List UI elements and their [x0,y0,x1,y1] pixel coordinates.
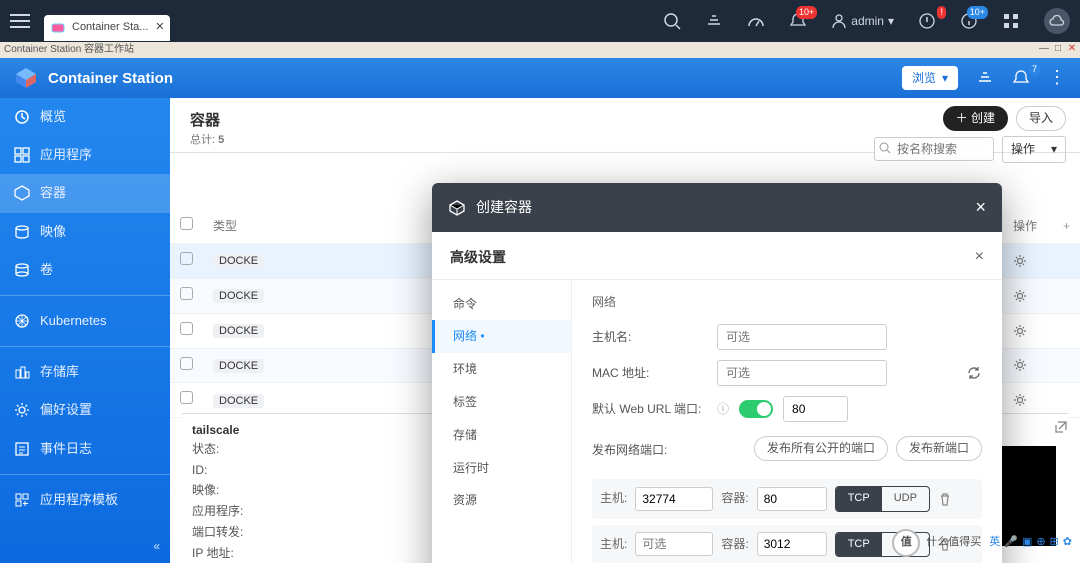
container-icon [50,20,66,36]
modal-nav-item[interactable]: 资源 [432,484,571,517]
weburl-toggle[interactable] [739,400,773,418]
sidebar-item-events[interactable]: 事件日志 [0,430,170,468]
container-port-input[interactable] [757,487,827,511]
app-title: Container Station [48,68,173,89]
sidebar: 概览 应用程序 容器 映像 卷 Kubernetes 存储库 偏好设置 事件日志… [0,98,170,563]
help-icon[interactable]: ⓘ [717,401,729,418]
publish-all-button[interactable]: 发布所有公开的端口 [754,436,888,461]
container-port-input[interactable] [757,532,827,556]
app-bell-icon[interactable]: 7 [1012,69,1030,87]
create-container-modal: 创建容器 × 高级设置 × 命令网络 •环境标签存储运行时资源 网络 主机名: … [432,183,1002,563]
user-menu[interactable]: admin ▾ [831,13,894,30]
watermark: 值 什么值得买 英🎤▣⊕⊞✿ [892,529,1074,557]
maximize-icon[interactable]: □ [1052,43,1064,55]
modal-nav-item[interactable]: 标签 [432,386,571,419]
sidebar-item-prefs[interactable]: 偏好设置 [0,391,170,429]
tray-icon[interactable] [705,12,723,30]
sidebar-item-containers[interactable]: 容器 [0,174,170,212]
host-port-input[interactable] [635,532,713,556]
weburl-port-input[interactable] [783,396,848,422]
subpanel-close-icon[interactable]: × [975,246,984,268]
sidebar-item-images[interactable]: 映像 [0,213,170,251]
app-header: Container Station 浏览▾ 7 ⋮ [0,58,1080,98]
cloud-icon[interactable] [1044,8,1070,34]
modal-form: 网络 主机名: MAC 地址: 默认 Web URL 端口: ⓘ [572,280,1002,563]
close-window-icon[interactable]: ✕ [1066,43,1078,55]
hamburger-icon[interactable] [10,14,30,28]
modal-nav-item[interactable]: 命令 [432,288,571,321]
main-content: 容器 总计: 5 ＋ 创建 导入 操作▾ 类型 创建时间 操作 + [170,98,1080,563]
tab-title: Container Sta... [72,20,148,35]
modal-nav-item[interactable]: 存储 [432,419,571,452]
hostname-input[interactable] [717,324,887,350]
sidebar-item-apps[interactable]: 应用程序 [0,136,170,174]
search-icon[interactable] [663,12,681,30]
modal-header: 创建容器 × [432,183,1002,232]
sidebar-item-kubernetes[interactable]: Kubernetes [0,302,170,340]
alert-icon[interactable]: ! [918,12,936,30]
task-icon[interactable] [976,69,994,87]
port-row: 主机: 容器: TCPUDP [592,479,982,518]
modal-nav-item[interactable]: 网络 • [432,320,571,353]
sidebar-item-volumes[interactable]: 卷 [0,251,170,289]
app-tab[interactable]: Container Sta... ✕ [44,15,170,41]
window-titlebar: Container Station 容器工作站 — □ ✕ [0,42,1080,58]
modal-nav: 命令网络 •环境标签存储运行时资源 [432,280,572,563]
grid-icon[interactable] [1002,12,1020,30]
app-logo-icon [14,66,38,90]
modal-close-icon[interactable]: × [975,195,986,220]
more-icon[interactable]: ⋮ [1048,65,1066,90]
close-icon[interactable]: ✕ [155,20,164,35]
sidebar-item-overview[interactable]: 概览 [0,98,170,136]
chevron-down-icon: ▾ [942,70,948,87]
publish-new-button[interactable]: 发布新端口 [896,436,982,461]
sidebar-item-templates[interactable]: 应用程序模板 [0,481,170,519]
os-topbar: Container Sta... ✕ 10+ admin ▾ ! 10+ [0,0,1080,42]
protocol-toggle[interactable]: TCPUDP [835,486,930,511]
collapse-sidebar-icon[interactable]: « [153,538,160,555]
sidebar-item-registry[interactable]: 存储库 [0,353,170,391]
cube-icon [448,199,466,217]
info-icon[interactable]: 10+ [960,12,978,30]
modal-nav-item[interactable]: 运行时 [432,452,571,485]
minimize-icon[interactable]: — [1038,43,1050,55]
bell-icon[interactable]: 10+ [789,12,807,30]
modal-nav-item[interactable]: 环境 [432,353,571,386]
refresh-icon[interactable] [966,365,982,381]
watermark-logo-icon: 值 [892,529,920,557]
host-port-input[interactable] [635,487,713,511]
modal-subheader: 高级设置 × [432,232,1002,279]
ime-icons: 英🎤▣⊕⊞✿ [987,535,1074,550]
browse-button[interactable]: 浏览▾ [902,66,958,91]
trash-icon[interactable] [938,492,952,506]
mac-input[interactable] [717,360,887,386]
dashboard-icon[interactable] [747,12,765,30]
